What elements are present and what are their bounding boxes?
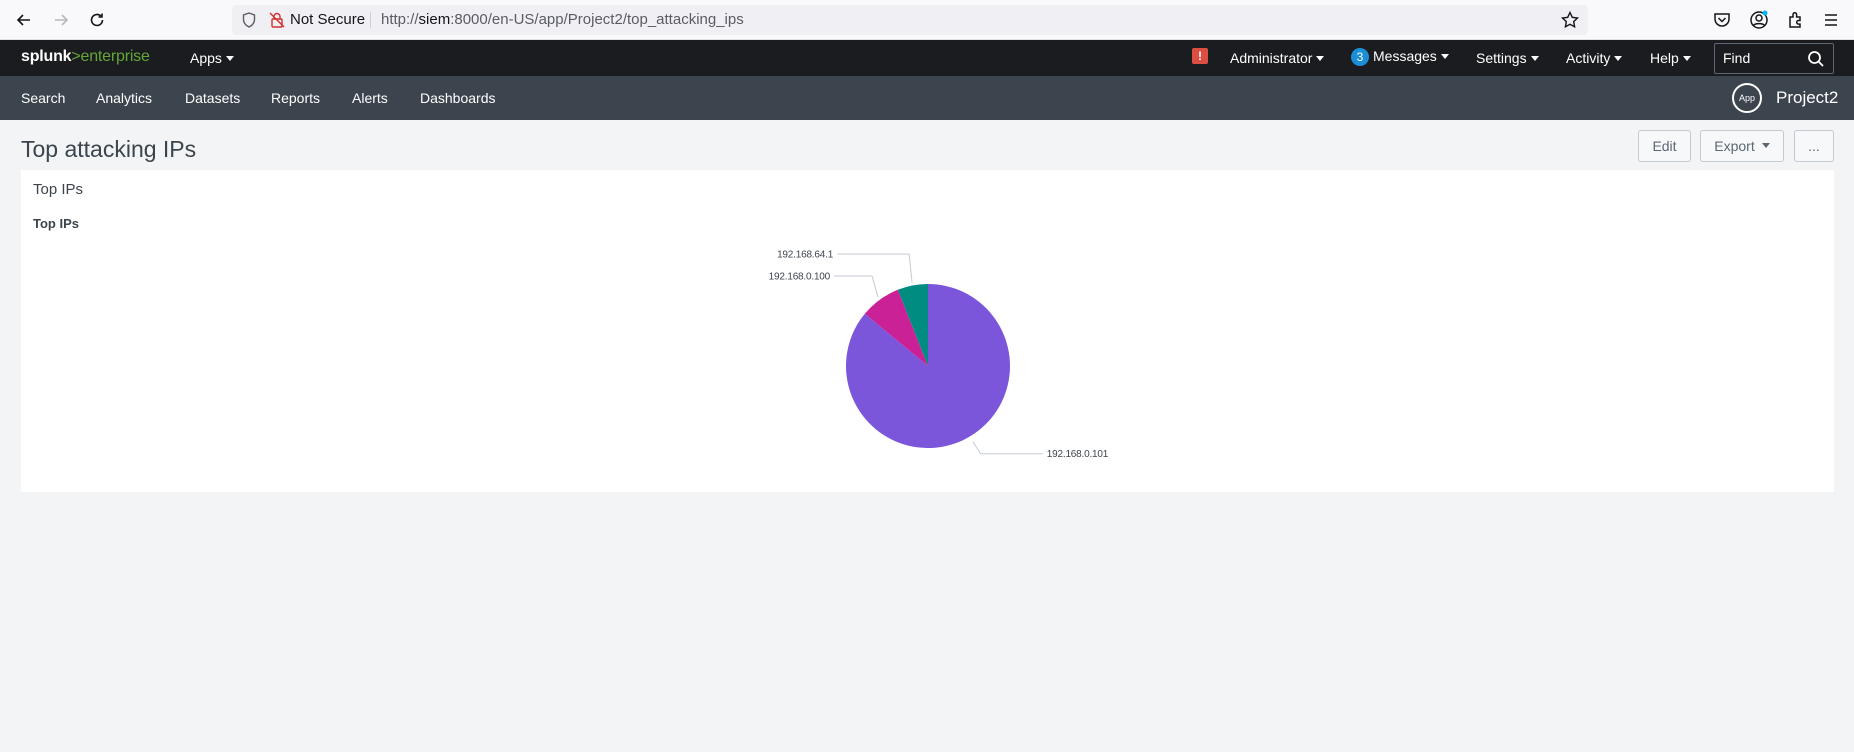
logo-enterprise: enterprise: [80, 48, 150, 65]
caret-down-icon: [1682, 55, 1691, 61]
export-label: Export: [1714, 138, 1755, 154]
administrator-label: Administrator: [1230, 50, 1313, 66]
export-button[interactable]: Export: [1700, 130, 1784, 162]
reload-button[interactable]: [83, 6, 111, 34]
nav-reports[interactable]: Reports: [271, 90, 320, 106]
logo-splunk: splunk: [21, 48, 72, 65]
url-prefix: http://: [381, 11, 419, 28]
extensions-icon[interactable]: [1785, 9, 1807, 31]
pie-leader-line: [837, 253, 913, 283]
url-host: siem: [418, 11, 451, 28]
url-divider: [370, 12, 371, 28]
forward-button[interactable]: [47, 6, 75, 34]
find-search-box[interactable]: [1714, 43, 1834, 74]
help-menu[interactable]: Help: [1650, 50, 1691, 66]
browser-toolbar: Not Secure http://siem:8000/en-US/app/Pr…: [0, 0, 1854, 40]
url-path: :8000/en-US/app/Project2/top_attacking_i…: [450, 11, 744, 28]
back-button[interactable]: [10, 6, 38, 34]
pie-slice-label: 192.168.0.101: [1047, 449, 1109, 460]
activity-menu[interactable]: Activity: [1566, 50, 1623, 66]
app-name[interactable]: Project2: [1776, 88, 1838, 108]
help-label: Help: [1650, 50, 1679, 66]
account-icon[interactable]: [1748, 9, 1770, 31]
reload-icon: [90, 13, 104, 27]
messages-menu[interactable]: 3 Messages: [1351, 48, 1449, 66]
more-actions-button[interactable]: ...: [1794, 130, 1834, 162]
pie-slice-label: 192.168.0.100: [769, 272, 831, 283]
alert-icon[interactable]: !: [1192, 48, 1208, 64]
nav-dashboards[interactable]: Dashboards: [420, 90, 496, 106]
apps-menu[interactable]: Apps: [190, 50, 234, 66]
address-bar[interactable]: Not Secure http://siem:8000/en-US/app/Pr…: [232, 5, 1588, 35]
find-input[interactable]: [1723, 50, 1803, 66]
pocket-icon[interactable]: [1711, 9, 1733, 31]
caret-down-icon: [1440, 53, 1449, 59]
nav-search[interactable]: Search: [21, 90, 65, 106]
splunk-top-bar: splunk>enterprise Apps ! Administrator 3…: [0, 40, 1854, 76]
shield-icon[interactable]: [240, 11, 258, 29]
insecure-lock-icon[interactable]: [268, 11, 286, 29]
edit-button[interactable]: Edit: [1638, 130, 1691, 162]
caret-down-icon: [1530, 55, 1539, 61]
dashboard-panel: Top IPs Top IPs 192.168.0.101 192.168.0.1…: [21, 170, 1834, 492]
app-icon-badge: App: [1732, 83, 1762, 113]
forward-arrow-icon: [55, 14, 69, 26]
caret-down-icon: [1614, 55, 1623, 61]
pie-leader-line: [834, 275, 879, 298]
pie-slice-label: 192.168.64.1: [777, 250, 834, 261]
caret-down-icon: [1316, 55, 1325, 61]
pie-leader-line: [972, 441, 1043, 455]
app-nav-bar: Search Analytics Datasets Reports Alerts…: [0, 76, 1854, 120]
logo-gt: >: [71, 48, 81, 65]
administrator-menu[interactable]: Administrator: [1230, 50, 1325, 66]
settings-label: Settings: [1476, 50, 1527, 66]
nav-alerts[interactable]: Alerts: [352, 90, 388, 106]
messages-label: Messages: [1373, 48, 1437, 64]
caret-down-icon: [225, 55, 234, 61]
nav-analytics[interactable]: Analytics: [96, 90, 152, 106]
messages-count-badge: 3: [1351, 48, 1369, 66]
pie-chart[interactable]: 192.168.0.101 192.168.0.100 192.168.64.1: [21, 170, 1834, 492]
url-text[interactable]: http://siem:8000/en-US/app/Project2/top_…: [381, 11, 744, 28]
not-secure-label[interactable]: Not Secure: [290, 11, 365, 28]
apps-label: Apps: [190, 50, 222, 66]
caret-down-icon: [1761, 142, 1770, 148]
menu-icon[interactable]: [1820, 9, 1842, 31]
activity-label: Activity: [1566, 50, 1611, 66]
splunk-logo[interactable]: splunk>enterprise: [21, 48, 150, 66]
settings-menu[interactable]: Settings: [1476, 50, 1539, 66]
bookmark-star-icon[interactable]: [1560, 10, 1580, 30]
search-icon[interactable]: [1807, 50, 1825, 68]
back-arrow-icon: [16, 14, 30, 26]
nav-datasets[interactable]: Datasets: [185, 90, 240, 106]
page-title: Top attacking IPs: [21, 136, 197, 162]
